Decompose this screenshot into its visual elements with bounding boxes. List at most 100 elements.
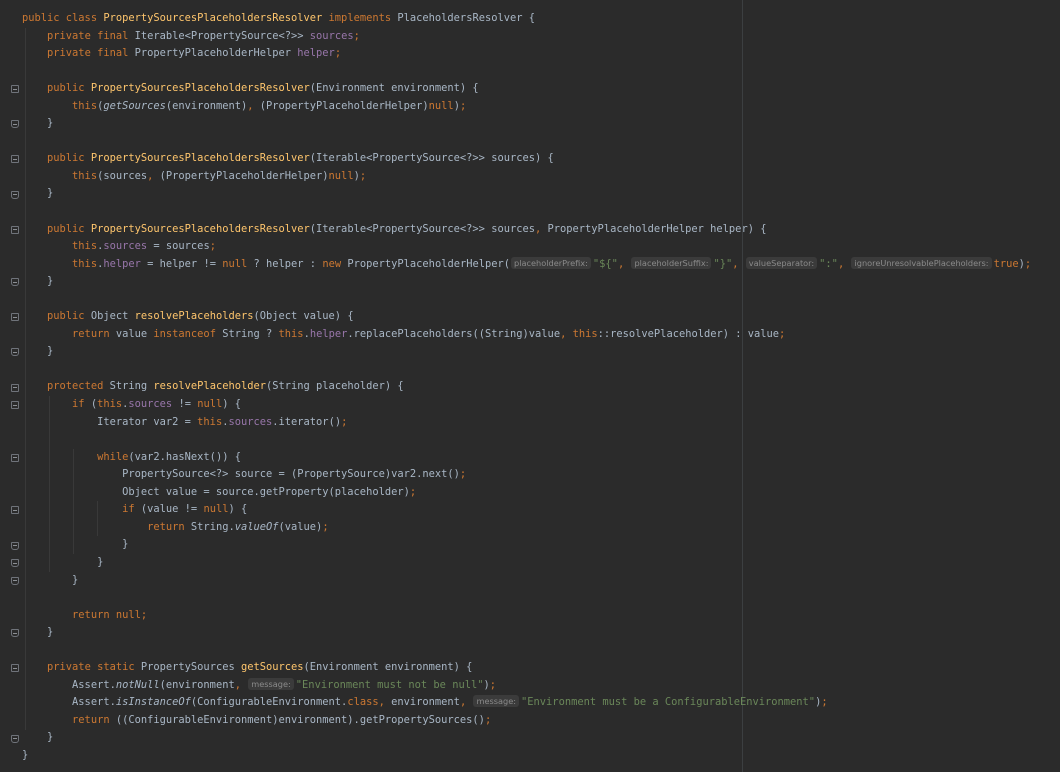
code-token: ? helper :	[253, 257, 323, 270]
code-token: Object value = source.getProperty(placeh…	[22, 485, 410, 498]
fold-close-icon[interactable]	[11, 278, 19, 287]
fold-open-icon[interactable]	[11, 506, 19, 515]
code-line[interactable]	[22, 203, 1031, 221]
fold-close-icon[interactable]	[11, 120, 19, 129]
code-line[interactable]: private static PropertySources getSource…	[22, 659, 1031, 677]
code-token: }	[22, 731, 54, 744]
keyword-token: private static	[47, 661, 141, 674]
keyword-token: this	[72, 257, 98, 270]
code-line[interactable]: }	[22, 185, 1031, 203]
keyword-token: this	[278, 327, 304, 340]
parameter-hint: valueSeparator:	[745, 256, 818, 269]
keyword-token: ,	[535, 222, 548, 235]
fold-open-icon[interactable]	[11, 155, 19, 164]
code-line[interactable]: return value instanceof String ? this.he…	[22, 326, 1031, 344]
code-line[interactable]: private final Iterable<PropertySource<?>…	[22, 28, 1031, 46]
code-line[interactable]: public PropertySourcesPlaceholdersResolv…	[22, 221, 1031, 239]
code-area[interactable]: public class PropertySourcesPlaceholders…	[22, 10, 1031, 765]
fold-open-icon[interactable]	[11, 85, 19, 94]
code-line[interactable]: }	[22, 624, 1031, 642]
code-line[interactable]: public class PropertySourcesPlaceholders…	[22, 10, 1031, 28]
keyword-token: ;	[359, 169, 367, 182]
code-line[interactable]: }	[22, 747, 1031, 765]
code-line[interactable]: return null;	[22, 607, 1031, 625]
keyword-token: return	[147, 520, 191, 533]
fold-open-icon[interactable]	[11, 383, 19, 392]
fold-close-icon[interactable]	[11, 190, 19, 199]
keyword-token: ;	[334, 47, 342, 60]
fold-close-icon[interactable]	[11, 629, 19, 638]
code-line[interactable]	[22, 361, 1031, 379]
fold-open-icon[interactable]	[11, 453, 19, 462]
method-name-token: PropertySourcesPlaceholdersResolver	[103, 12, 329, 24]
code-token: (environment)	[165, 99, 248, 112]
field-token: helper	[309, 327, 348, 340]
code-line[interactable]: this.helper = helper != null ? helper : …	[22, 256, 1031, 274]
code-line[interactable]: }	[22, 343, 1031, 361]
fold-open-icon[interactable]	[11, 225, 19, 234]
code-token: (Object value) {	[253, 310, 354, 323]
code-token: Iterator var2 =	[22, 415, 198, 428]
code-token: String.	[190, 520, 235, 533]
code-line[interactable]: this.sources = sources;	[22, 238, 1031, 256]
fold-close-icon[interactable]	[11, 348, 19, 357]
code-line[interactable]: protected String resolvePlaceholder(Stri…	[22, 378, 1031, 396]
code-line[interactable]	[22, 589, 1031, 607]
code-line[interactable]	[22, 431, 1031, 449]
code-token: ) {	[222, 398, 242, 411]
code-line[interactable]: while(var2.hasNext()) {	[22, 449, 1031, 467]
code-line[interactable]	[22, 291, 1031, 309]
code-token: environment	[391, 696, 460, 709]
code-token: .iterator()	[272, 415, 342, 428]
code-line[interactable]: public PropertySourcesPlaceholdersResolv…	[22, 80, 1031, 98]
code-line[interactable]: public Object resolvePlaceholders(Object…	[22, 308, 1031, 326]
code-line[interactable]: private final PropertyPlaceholderHelper …	[22, 45, 1031, 63]
code-line[interactable]: }	[22, 554, 1031, 572]
keyword-token: public	[47, 152, 91, 165]
keyword-token: ,	[147, 169, 160, 182]
keyword-token: public	[47, 82, 91, 95]
code-line[interactable]: }	[22, 273, 1031, 291]
code-editor[interactable]: public class PropertySourcesPlaceholders…	[0, 0, 1060, 772]
code-line[interactable]: }	[22, 572, 1031, 590]
code-token: (ConfigurableEnvironment.	[190, 696, 348, 709]
code-line[interactable]: Iterator var2 = this.sources.iterator();	[22, 414, 1031, 432]
fold-open-icon[interactable]	[11, 664, 19, 673]
fold-open-icon[interactable]	[11, 313, 19, 322]
fold-close-icon[interactable]	[11, 559, 19, 568]
code-line[interactable]: PropertySource<?> source = (PropertySour…	[22, 466, 1031, 484]
fold-gutter	[0, 0, 22, 772]
code-line[interactable]: }	[22, 536, 1031, 554]
code-token: PropertySource<?> source = (PropertySour…	[22, 468, 460, 481]
code-line[interactable]: this(sources, (PropertyPlaceholderHelper…	[22, 168, 1031, 186]
code-line[interactable]: }	[22, 729, 1031, 747]
fold-close-icon[interactable]	[11, 734, 19, 743]
code-line[interactable]: if (value != null) {	[22, 501, 1031, 519]
code-line[interactable]: return String.valueOf(value);	[22, 519, 1031, 537]
code-line[interactable]: Assert.isInstanceOf(ConfigurableEnvironm…	[22, 694, 1031, 712]
code-token: }	[22, 345, 54, 358]
code-token: }	[22, 275, 54, 288]
code-line[interactable]: Assert.notNull(environment, message: "Env…	[22, 677, 1031, 695]
code-line[interactable]: return ((ConfigurableEnvironment)environ…	[22, 712, 1031, 730]
code-token: (environment	[159, 678, 235, 691]
code-line[interactable]	[22, 63, 1031, 81]
code-token: }	[22, 573, 79, 586]
keyword-token: private final	[47, 47, 135, 60]
fold-close-icon[interactable]	[11, 541, 19, 550]
code-line[interactable]: if (this.sources != null) {	[22, 396, 1031, 414]
code-line[interactable]: Object value = source.getProperty(placeh…	[22, 484, 1031, 502]
code-line[interactable]: }	[22, 115, 1031, 133]
field-token: sources	[128, 398, 173, 411]
code-line[interactable]	[22, 133, 1031, 151]
code-line[interactable]: this(getSources(environment), (PropertyP…	[22, 98, 1031, 116]
code-line[interactable]: public PropertySourcesPlaceholdersResolv…	[22, 150, 1031, 168]
fold-close-icon[interactable]	[11, 576, 19, 585]
keyword-token: ;	[821, 696, 828, 709]
code-line[interactable]	[22, 642, 1031, 660]
fold-open-icon[interactable]	[11, 401, 19, 410]
